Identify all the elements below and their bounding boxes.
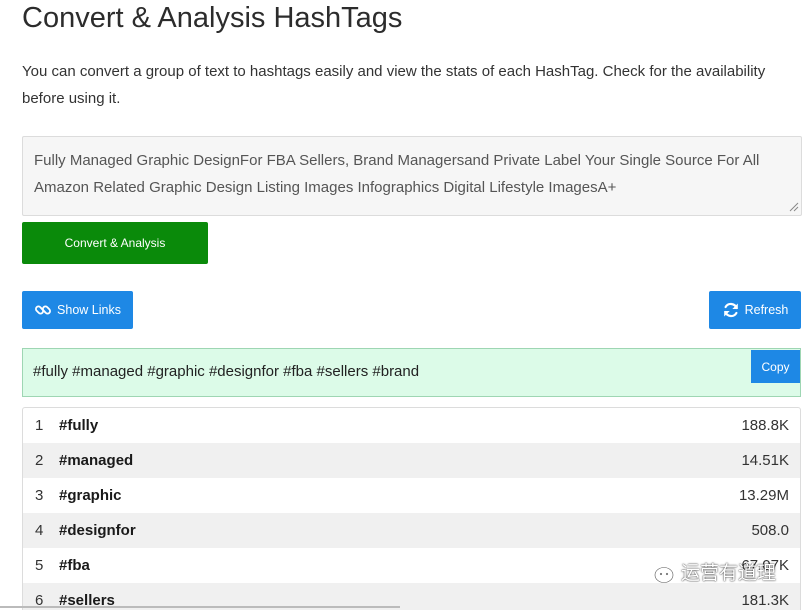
row-hashtag[interactable]: #fully [59, 417, 98, 434]
table-row: 4 #designfor 508.0 [23, 513, 800, 548]
bottom-divider [0, 606, 400, 608]
link-icon [35, 305, 51, 315]
row-hashtag[interactable]: #designfor [59, 522, 136, 539]
text-input[interactable]: Fully Managed Graphic DesignFor FBA Sell… [22, 136, 802, 216]
row-hashtag[interactable]: #managed [59, 452, 133, 469]
hashtag-result-text: #fully #managed #graphic #designfor #fba… [33, 363, 420, 380]
watermark: 运营有道理 [640, 558, 776, 585]
table-row: 2 #managed 14.51K [23, 443, 800, 478]
copy-button[interactable]: Copy [751, 350, 800, 383]
row-count: 13.29M [738, 487, 789, 504]
row-hashtag[interactable]: #fba [59, 557, 90, 574]
page-description: You can convert a group of text to hasht… [22, 63, 766, 107]
convert-analysis-button[interactable]: Convert & Analysis [22, 222, 208, 264]
row-count: 14.51K [741, 452, 789, 469]
hashtag-result-box: #fully #managed #graphic #designfor #fba… [22, 348, 801, 397]
page: Convert & Analysis HashTags You can conv… [0, 0, 808, 610]
row-hashtag[interactable]: #graphic [59, 487, 122, 504]
row-rank: 5 [35, 557, 44, 574]
row-rank: 2 [35, 452, 44, 469]
table-row: 3 #graphic 13.29M [23, 478, 800, 513]
table-row: 1 #fully 188.8K [23, 408, 800, 443]
watermark-text: 运营有道理 [681, 562, 777, 584]
refresh-button[interactable]: Refresh [709, 291, 801, 329]
row-rank: 4 [35, 522, 44, 539]
resize-grip-icon[interactable] [788, 201, 799, 212]
row-rank: 1 [35, 417, 44, 434]
refresh-icon [723, 302, 738, 318]
row-count: 508.0 [751, 522, 789, 539]
page-title: Convert & Analysis HashTags [22, 2, 403, 34]
row-count: 181.3K [741, 592, 789, 609]
show-links-button[interactable]: Show Links [22, 291, 133, 329]
show-links-label: Show Links [57, 303, 121, 317]
refresh-label: Refresh [744, 303, 789, 317]
row-rank: 3 [35, 487, 44, 504]
row-count: 188.8K [741, 417, 789, 434]
wechat-icon [641, 559, 674, 583]
